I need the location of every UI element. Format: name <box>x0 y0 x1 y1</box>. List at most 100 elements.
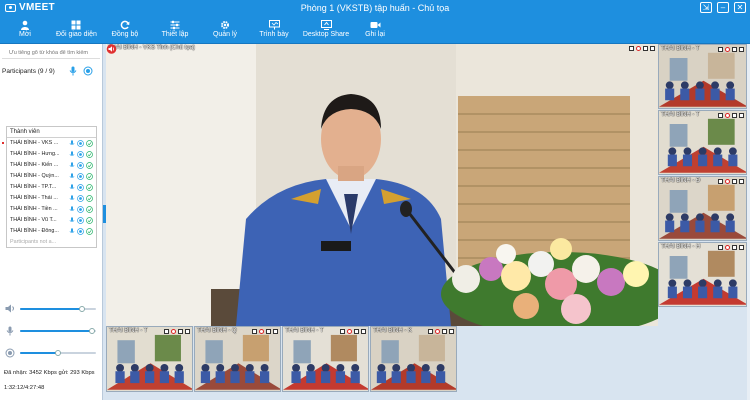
monitor-icon[interactable] <box>732 47 737 52</box>
sync-button[interactable]: Đồng bộ <box>110 17 140 44</box>
participant-video-tile[interactable]: THÁI BÌNH - T <box>658 44 747 109</box>
record-dot-icon[interactable] <box>636 46 641 51</box>
record-dot-icon[interactable] <box>725 47 730 52</box>
participant-status-icon[interactable] <box>86 173 93 180</box>
desktop-share-button[interactable]: Desktop Share <box>300 17 352 44</box>
fullscreen-icon[interactable] <box>185 329 190 334</box>
restore-button[interactable]: ⇲ <box>700 2 712 13</box>
participant-mic-icon[interactable] <box>69 151 75 158</box>
record-dot-icon[interactable] <box>259 329 264 334</box>
record-dot-icon[interactable] <box>347 329 352 334</box>
participant-status-icon[interactable] <box>86 217 93 224</box>
participant-video-tile[interactable]: THÁI BÌNH - T <box>282 326 369 392</box>
fullscreen-icon[interactable] <box>273 329 278 334</box>
participant-video-tile[interactable]: THÁI BÌNH - K <box>370 326 457 392</box>
window-icon[interactable] <box>340 329 345 334</box>
participant-mic-icon[interactable] <box>69 140 75 147</box>
participant-row[interactable]: THÁI BÌNH - Hưng... <box>7 149 96 160</box>
window-icon[interactable] <box>718 113 723 118</box>
window-icon[interactable] <box>718 47 723 52</box>
fullscreen-icon[interactable] <box>739 47 744 52</box>
participant-camera-icon[interactable] <box>77 162 84 169</box>
participant-status-icon[interactable] <box>86 228 93 235</box>
participant-camera-icon[interactable] <box>77 217 84 224</box>
record-dot-icon[interactable] <box>435 329 440 334</box>
participant-mic-icon[interactable] <box>69 162 75 169</box>
participant-mic-icon[interactable] <box>69 173 75 180</box>
main-video-tile[interactable]: THÁI BÌNH - VKS Tỉnh (Chủ tọa) <box>106 44 658 326</box>
speaker-volume-knob[interactable] <box>79 306 86 312</box>
minimize-button[interactable]: – <box>717 2 729 13</box>
mic-all-icon[interactable] <box>69 66 77 76</box>
participants-not-attending[interactable]: Participants not a... <box>7 237 96 248</box>
change-layout-button[interactable]: Đổi giao diện <box>56 17 97 44</box>
participant-camera-icon[interactable] <box>77 206 84 213</box>
participant-video-tile[interactable]: THÁI BÌNH - H <box>658 242 747 307</box>
window-icon[interactable] <box>718 245 723 250</box>
participant-row[interactable]: THÁI BÌNH - TP.T... <box>7 182 96 193</box>
record-button[interactable]: Ghi lại <box>363 17 387 44</box>
participant-status-icon[interactable] <box>86 140 93 147</box>
monitor-icon[interactable] <box>732 245 737 250</box>
participant-video-tile[interactable]: THÁI BÌNH - Q <box>194 326 281 392</box>
record-dot-icon[interactable] <box>725 113 730 118</box>
participant-status-icon[interactable] <box>86 151 93 158</box>
window-icon[interactable] <box>252 329 257 334</box>
participant-video-tile[interactable]: THÁI BÌNH - T <box>106 326 193 392</box>
participant-status-icon[interactable] <box>86 162 93 169</box>
participant-status-icon[interactable] <box>86 195 93 202</box>
present-button[interactable]: Trình bày <box>259 17 289 44</box>
fullscreen-icon[interactable] <box>650 46 655 51</box>
record-dot-icon[interactable] <box>725 245 730 250</box>
camera-all-icon[interactable] <box>83 66 93 76</box>
participant-camera-icon[interactable] <box>77 140 84 147</box>
fullscreen-icon[interactable] <box>361 329 366 334</box>
mic-volume-knob[interactable] <box>89 328 96 334</box>
participant-status-icon[interactable] <box>86 206 93 213</box>
manage-button[interactable]: Quản lý <box>211 17 239 44</box>
participant-row[interactable]: THÁI BÌNH - Tiền ... <box>7 204 96 215</box>
window-icon[interactable] <box>629 46 634 51</box>
participant-row[interactable]: THÁI BÌNH - Thái ... <box>7 193 96 204</box>
search-input[interactable] <box>2 48 100 59</box>
participant-row[interactable]: THÁI BÌNH - Vũ T... <box>7 215 96 226</box>
participant-video-tile[interactable]: THÁI BÌNH - Đ <box>658 176 747 241</box>
fullscreen-icon[interactable] <box>739 245 744 250</box>
mic-volume-slider[interactable] <box>4 326 100 336</box>
participant-row[interactable]: THÁI BÌNH - Quỳn... <box>7 171 96 182</box>
record-dot-icon[interactable] <box>725 179 730 184</box>
participant-mic-icon[interactable] <box>69 195 75 202</box>
monitor-icon[interactable] <box>732 179 737 184</box>
fullscreen-icon[interactable] <box>739 113 744 118</box>
camera-brightness-slider[interactable] <box>4 348 100 358</box>
participant-row[interactable]: THÁI BÌNH - VKS ... <box>2 138 96 149</box>
fullscreen-icon[interactable] <box>449 329 454 334</box>
participant-camera-icon[interactable] <box>77 195 84 202</box>
participant-mic-icon[interactable] <box>69 228 75 235</box>
participant-camera-icon[interactable] <box>77 173 84 180</box>
window-icon[interactable] <box>164 329 169 334</box>
monitor-icon[interactable] <box>354 329 359 334</box>
invite-button[interactable]: Mời <box>14 17 36 44</box>
participant-row[interactable]: THÁI BÌNH - Kiến ... <box>7 160 96 171</box>
participant-camera-icon[interactable] <box>77 151 84 158</box>
settings-button[interactable]: Thiết lập <box>160 17 190 44</box>
window-icon[interactable] <box>428 329 433 334</box>
participant-mic-icon[interactable] <box>69 206 75 213</box>
record-dot-icon[interactable] <box>171 329 176 334</box>
window-icon[interactable] <box>718 179 723 184</box>
participant-row[interactable]: THÁI BÌNH - Đông... <box>7 226 96 237</box>
fullscreen-icon[interactable] <box>739 179 744 184</box>
participant-mic-icon[interactable] <box>69 217 75 224</box>
participant-camera-icon[interactable] <box>77 228 84 235</box>
participant-status-icon[interactable] <box>86 184 93 191</box>
participant-mic-icon[interactable] <box>69 184 75 191</box>
monitor-icon[interactable] <box>643 46 648 51</box>
monitor-icon[interactable] <box>266 329 271 334</box>
close-button[interactable]: ✕ <box>734 2 746 13</box>
monitor-icon[interactable] <box>442 329 447 334</box>
speaker-volume-slider[interactable] <box>4 304 100 314</box>
participant-camera-icon[interactable] <box>77 184 84 191</box>
participant-video-tile[interactable]: THÁI BÌNH - T <box>658 110 747 175</box>
monitor-icon[interactable] <box>178 329 183 334</box>
